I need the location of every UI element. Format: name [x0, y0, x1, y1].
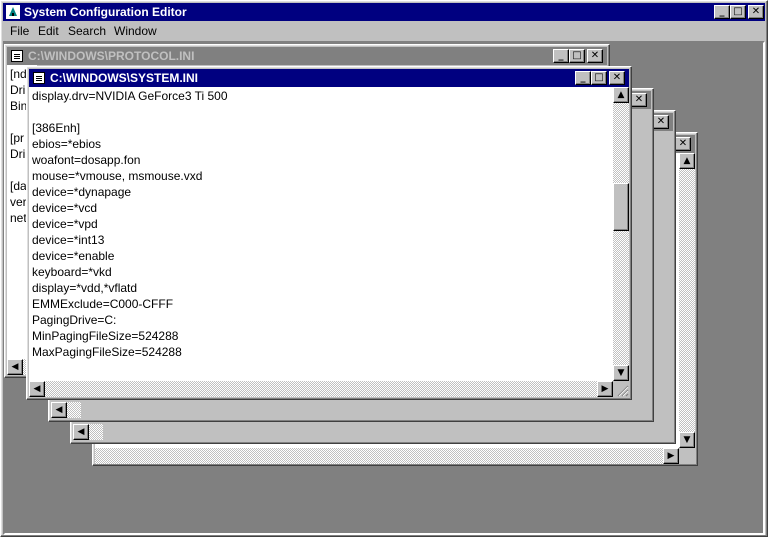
text-line: device=*int13: [32, 233, 105, 247]
text-line: PagingDrive=C:: [32, 313, 117, 327]
mdi-window-4-close[interactable]: ✕: [675, 137, 691, 151]
protocol-window-close[interactable]: ✕: [587, 49, 603, 63]
text-line: display=*vdd,*vflatd: [32, 281, 138, 295]
scroll-left-button[interactable]: ◀: [7, 359, 23, 375]
text-line: Dri: [10, 83, 26, 97]
system-window-title: C:\WINDOWS\SYSTEM.INI: [50, 71, 198, 85]
menu-file[interactable]: File: [10, 24, 29, 38]
protocol-window-titlebar[interactable]: C:\WINDOWS\PROTOCOL.INI _ □ ✕: [7, 47, 607, 65]
scroll-left-button[interactable]: ◀: [73, 424, 89, 440]
text-line: keyboard=*vkd: [32, 265, 112, 279]
menu-window[interactable]: Window: [114, 24, 157, 38]
scroll-right-button[interactable]: ▶: [663, 448, 679, 464]
text-line: [da: [10, 179, 27, 193]
maximize-button[interactable]: □: [730, 5, 746, 19]
minimize-button[interactable]: _: [714, 5, 730, 19]
text-line: device=*vpd: [32, 217, 98, 231]
mdi-window-2-close[interactable]: ✕: [631, 93, 647, 107]
menu-search[interactable]: Search: [68, 24, 106, 38]
text-line: net: [10, 211, 27, 225]
system-window-vscroll[interactable]: ▲ ▼: [613, 87, 629, 381]
system-window-close[interactable]: ✕: [609, 71, 625, 85]
scroll-up-button[interactable]: ▲: [679, 153, 695, 169]
text-line: MaxPagingFileSize=524288: [32, 345, 182, 359]
scroll-right-button[interactable]: ▶: [597, 381, 613, 397]
text-line: device=*vcd: [32, 201, 98, 215]
system-window-minimize[interactable]: _: [575, 71, 591, 85]
text-line: [386Enh]: [32, 121, 81, 135]
protocol-window-minimize[interactable]: _: [553, 49, 569, 63]
text-line: device=*enable: [32, 249, 115, 263]
scroll-left-button[interactable]: ◀: [51, 402, 67, 418]
text-line: mouse=*vmouse, msmouse.vxd: [32, 169, 203, 183]
text-line: Bin: [10, 99, 28, 113]
scroll-down-button[interactable]: ▼: [613, 365, 629, 381]
mdi-window-2-hscroll[interactable]: ◀: [51, 402, 81, 418]
text-line: ebios=*ebios: [32, 137, 102, 151]
scroll-left-button[interactable]: ◀: [29, 381, 45, 397]
protocol-window-title: C:\WINDOWS\PROTOCOL.INI: [28, 49, 195, 63]
scroll-down-button[interactable]: ▼: [679, 432, 695, 448]
system-window-content[interactable]: display.drv=NVIDIA GeForce3 Ti 500 [386E…: [29, 87, 613, 381]
text-line: MinPagingFileSize=524288: [32, 329, 179, 343]
mdi-window-3-close[interactable]: ✕: [653, 115, 669, 129]
app-title: System Configuration Editor: [24, 5, 187, 19]
close-button[interactable]: ✕: [748, 5, 764, 19]
text-line: ver: [10, 195, 27, 209]
system-window-titlebar[interactable]: C:\WINDOWS\SYSTEM.INI _ □ ✕: [29, 69, 629, 87]
mdi-window-4-hscroll[interactable]: ▶: [95, 448, 679, 464]
size-grip[interactable]: [613, 381, 629, 397]
text-line: [pr: [10, 131, 25, 145]
document-icon[interactable]: [33, 72, 45, 84]
app-icon[interactable]: [6, 5, 20, 19]
app-titlebar[interactable]: System Configuration Editor _ □ ✕: [3, 3, 765, 21]
document-icon[interactable]: [11, 50, 23, 62]
text-line: device=*dynapage: [32, 185, 132, 199]
system-window-hscroll[interactable]: ◀ ▶: [29, 381, 613, 397]
mdi-window-3-hscroll[interactable]: ◀: [73, 424, 103, 440]
mdi-window-4-vscroll[interactable]: ▲ ▼: [679, 153, 695, 448]
text-line: display.drv=NVIDIA GeForce3 Ti 500: [32, 89, 228, 103]
protocol-window-maximize[interactable]: □: [569, 49, 585, 63]
scroll-up-button[interactable]: ▲: [613, 87, 629, 103]
text-line: EMMExclude=C000-CFFF: [32, 297, 174, 311]
text-line: woafont=dosapp.fon: [32, 153, 141, 167]
menu-edit[interactable]: Edit: [38, 24, 59, 38]
scroll-thumb[interactable]: [613, 183, 629, 231]
text-line: [nd: [10, 67, 27, 81]
system-window-maximize[interactable]: □: [591, 71, 607, 85]
text-line: Dri: [10, 147, 26, 161]
